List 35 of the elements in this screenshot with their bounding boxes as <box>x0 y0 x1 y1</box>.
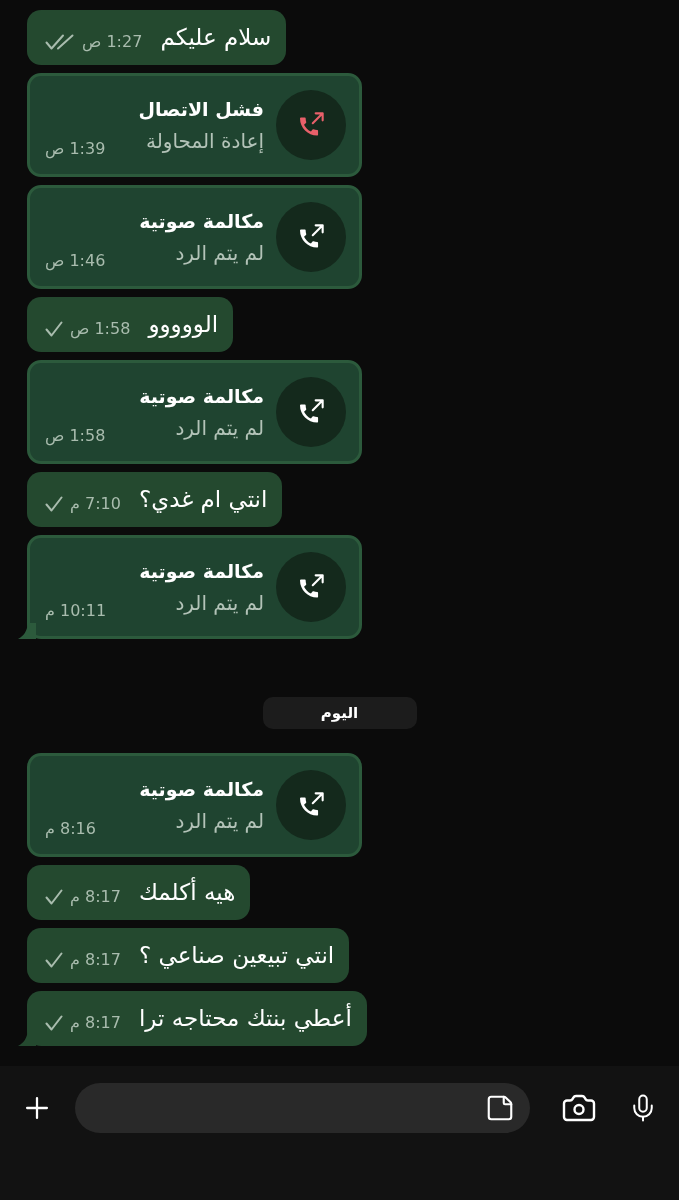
message-text: انتي ام غدي؟ <box>138 485 268 515</box>
message-time: 8:17 م <box>70 1012 121 1034</box>
date-chip: اليوم <box>262 697 417 729</box>
message-text: انتي تبيعين صناعي ؟ <box>138 941 335 971</box>
message-text: أعطي بنتك محتاجه ترا <box>138 1003 352 1034</box>
call-title: مكالمة صوتية <box>139 384 264 410</box>
message-time: 1:46 ص <box>45 250 106 272</box>
message-time: 1:39 ص <box>45 138 106 160</box>
message-time: 1:58 ص <box>45 425 106 447</box>
message-time: 7:10 م <box>70 493 121 515</box>
message-text: سلام عليكم <box>160 23 272 53</box>
call-bubble[interactable]: فشل الاتصال إعادة المحاولة 1:39 ص <box>27 73 362 177</box>
message-time: 8:16 م <box>45 818 96 840</box>
sticker-icon <box>485 1093 515 1123</box>
call-status: لم يتم الرد <box>175 590 264 617</box>
call-status: إعادة المحاولة <box>145 128 264 155</box>
call-bubble[interactable]: مكالمة صوتية لم يتم الرد 1:58 ص <box>27 360 362 464</box>
call-title: مكالمة صوتية <box>139 777 264 803</box>
message-input[interactable] <box>75 1083 530 1133</box>
message-time: 8:17 م <box>70 886 121 908</box>
call-bubble[interactable]: مكالمة صوتية لم يتم الرد 10:11 م <box>27 535 362 639</box>
message-text: هيه أكلمك <box>138 877 236 907</box>
call-bubble[interactable]: مكالمة صوتية لم يتم الرد 8:16 م <box>27 753 362 857</box>
message-time: 1:27 ص <box>82 31 143 53</box>
call-title: مكالمة صوتية <box>139 559 264 585</box>
message-text: الووووو <box>148 310 219 340</box>
call-status: لم يتم الرد <box>175 240 264 267</box>
message-time: 1:58 ص <box>70 318 131 340</box>
call-title: فشل الاتصال <box>138 97 264 122</box>
message-time: 8:17 م <box>70 949 121 971</box>
message-time: 10:11 م <box>45 600 107 622</box>
call-bubble[interactable]: مكالمة صوتية لم يتم الرد 1:46 ص <box>27 185 362 289</box>
call-status: لم يتم الرد <box>175 415 264 442</box>
call-title: مكالمة صوتية <box>139 209 264 235</box>
call-status: لم يتم الرد <box>175 808 264 835</box>
